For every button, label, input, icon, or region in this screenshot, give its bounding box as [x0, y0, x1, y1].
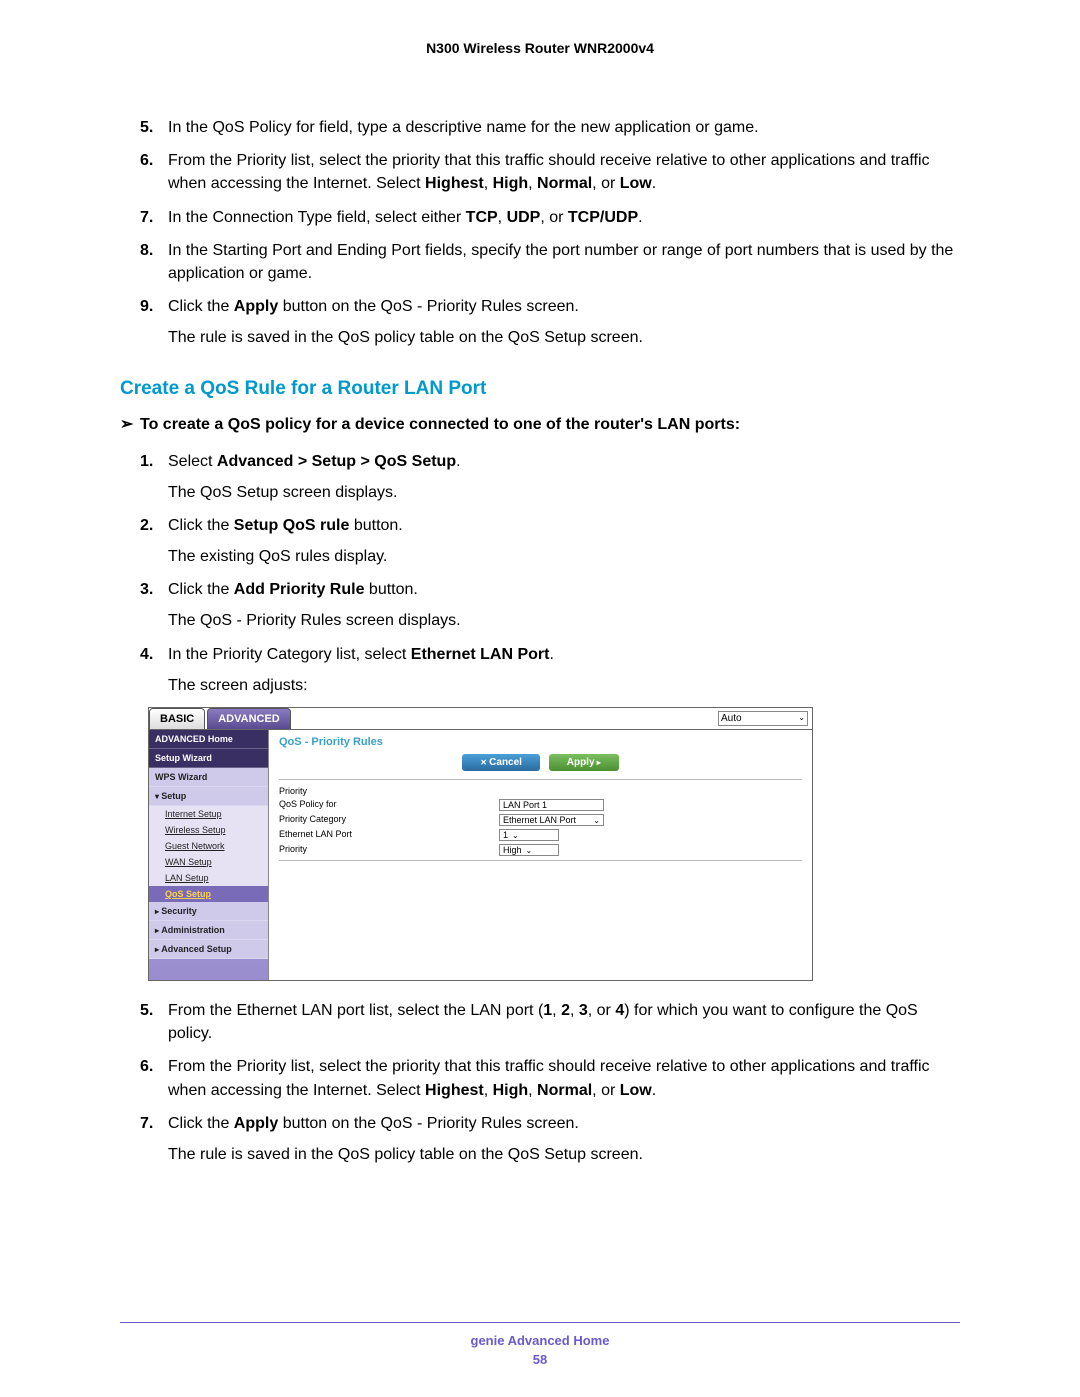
form-label: Ethernet LAN Port [279, 829, 499, 841]
mid-step-list: 1. Select Advanced > Setup > QoS Setup. Th… [140, 450, 960, 698]
step-number: 6. [140, 149, 153, 172]
sidebar-setup-wizard[interactable]: Setup Wizard [149, 749, 268, 768]
step-subtext: The existing QoS rules display. [168, 545, 960, 568]
step-item: 2. Click the Setup QoS rule button. The ex… [140, 514, 960, 568]
step-item: 9. Click the Apply button on the QoS - Pr… [140, 295, 960, 349]
sidebar-sub-wan-setup[interactable]: WAN Setup [149, 854, 268, 870]
page-footer: genie Advanced Home 58 [120, 1322, 960, 1367]
step-item: 6. From the Priority list, select the pri… [140, 149, 960, 195]
priority-section-label: Priority [279, 786, 802, 796]
form-row: Priority Category Ethernet LAN Port ⌄ [279, 814, 802, 826]
step-subtext: The QoS - Priority Rules screen displays… [168, 609, 960, 632]
sidebar-sub-qos-setup[interactable]: QoS Setup [149, 886, 268, 902]
step-text: From the Priority list, select the prior… [168, 152, 930, 192]
section-heading: Create a QoS Rule for a Router LAN Port [120, 378, 960, 400]
step-number: 5. [140, 116, 153, 139]
form-select[interactable]: High ⌄ [499, 844, 559, 856]
step-text: In the QoS Policy for field, type a desc… [168, 119, 759, 136]
step-item: 4. In the Priority Category list, select … [140, 643, 960, 697]
top-step-list: 5. In the QoS Policy for field, type a de… [140, 116, 960, 350]
step-item: 7. Click the Apply button on the QoS - Pr… [140, 1112, 960, 1166]
step-number: 4. [140, 643, 153, 666]
step-item: 6. From the Priority list, select the pri… [140, 1055, 960, 1101]
form-value: Ethernet LAN Port [503, 815, 576, 825]
chevron-down-icon: ⌄ [798, 713, 805, 724]
page-header: N300 Wireless Router WNR2000v4 [120, 40, 960, 56]
step-text: Click the Apply button on the QoS - Prio… [168, 298, 579, 315]
sidebar-administration[interactable]: Administration [149, 921, 268, 940]
step-item: 5. In the QoS Policy for field, type a de… [140, 116, 960, 139]
sidebar-advanced-home[interactable]: ADVANCED Home [149, 730, 268, 749]
bottom-step-list: 5. From the Ethernet LAN port list, selec… [140, 999, 960, 1166]
step-subtext: The rule is saved in the QoS policy tabl… [168, 326, 960, 349]
step-number: 7. [140, 206, 153, 229]
step-item: 3. Click the Add Priority Rule button. The… [140, 578, 960, 632]
step-subtext: The screen adjusts: [168, 674, 960, 697]
sidebar-sub-wireless-setup[interactable]: Wireless Setup [149, 822, 268, 838]
step-number: 6. [140, 1055, 153, 1078]
router-sidebar: ADVANCED Home Setup Wizard WPS Wizard Se… [149, 730, 269, 980]
step-item: 7. In the Connection Type field, select e… [140, 206, 960, 229]
chevron-down-icon: ⌄ [593, 816, 600, 825]
form-row: Priority High ⌄ [279, 844, 802, 856]
form-value: 1 [503, 830, 508, 840]
section-intro: ➢ To create a QoS policy for a device con… [120, 414, 960, 434]
step-number: 5. [140, 999, 153, 1022]
footer-page-number: 58 [120, 1352, 960, 1367]
step-text: From the Ethernet LAN port list, select … [168, 1002, 918, 1042]
chevron-down-icon: ⌄ [526, 846, 533, 855]
step-text: In the Connection Type field, select eit… [168, 209, 643, 226]
step-text: In the Priority Category list, select Et… [168, 646, 554, 663]
form-label: Priority [279, 844, 499, 856]
form-select[interactable]: Ethernet LAN Port ⌄ [499, 814, 604, 826]
sidebar-security[interactable]: Security [149, 902, 268, 921]
sidebar-setup[interactable]: Setup [149, 787, 268, 806]
step-item: 5. From the Ethernet LAN port list, selec… [140, 999, 960, 1045]
step-number: 9. [140, 295, 153, 318]
panel-title: QoS - Priority Rules [279, 736, 802, 748]
sidebar-wps-wizard[interactable]: WPS Wizard [149, 768, 268, 787]
form-select[interactable]: 1⌄ [499, 829, 559, 841]
step-item: 1. Select Advanced > Setup > QoS Setup. Th… [140, 450, 960, 504]
tab-basic[interactable]: BASIC [149, 708, 205, 729]
step-number: 3. [140, 578, 153, 601]
sidebar-sub-internet-setup[interactable]: Internet Setup [149, 806, 268, 822]
step-subtext: The QoS Setup screen displays. [168, 481, 960, 504]
step-number: 2. [140, 514, 153, 537]
form-label: QoS Policy for [279, 799, 499, 811]
step-number: 1. [140, 450, 153, 473]
refresh-select[interactable]: Auto ⌄ [718, 711, 808, 726]
step-number: 7. [140, 1112, 153, 1135]
step-text: Click the Setup QoS rule button. [168, 517, 403, 534]
step-text: From the Priority list, select the prior… [168, 1058, 930, 1098]
form-value: LAN Port 1 [503, 800, 547, 810]
chevron-down-icon: ⌄ [512, 831, 519, 840]
cancel-button[interactable]: Cancel [462, 754, 540, 771]
form-row: QoS Policy for LAN Port 1 [279, 799, 802, 811]
sidebar-advanced-setup[interactable]: Advanced Setup [149, 940, 268, 959]
sidebar-sub-lan-setup[interactable]: LAN Setup [149, 870, 268, 886]
router-admin-ui: BASIC ADVANCED Auto ⌄ ADVANCED Home Setu… [148, 707, 813, 981]
step-text: Click the Add Priority Rule button. [168, 581, 418, 598]
section-intro-text: To create a QoS policy for a device conn… [140, 416, 740, 433]
footer-section-name: genie Advanced Home [120, 1333, 960, 1348]
arrow-icon: ➢ [120, 414, 132, 434]
step-text: Select Advanced > Setup > QoS Setup. [168, 453, 461, 470]
apply-button[interactable]: Apply [549, 754, 619, 771]
sidebar-sub-guest-network[interactable]: Guest Network [149, 838, 268, 854]
form-row: Ethernet LAN Port1⌄ [279, 829, 802, 841]
step-text: Click the Apply button on the QoS - Prio… [168, 1115, 579, 1132]
step-text: In the Starting Port and Ending Port fie… [168, 242, 953, 282]
refresh-select-value: Auto [721, 713, 742, 724]
form-label: Priority Category [279, 814, 499, 826]
form-value: High [503, 845, 522, 855]
step-subtext: The rule is saved in the QoS policy tabl… [168, 1143, 960, 1166]
form-input[interactable]: LAN Port 1 [499, 799, 604, 811]
tab-advanced[interactable]: ADVANCED [207, 708, 291, 729]
step-number: 8. [140, 239, 153, 262]
step-item: 8. In the Starting Port and Ending Port f… [140, 239, 960, 285]
